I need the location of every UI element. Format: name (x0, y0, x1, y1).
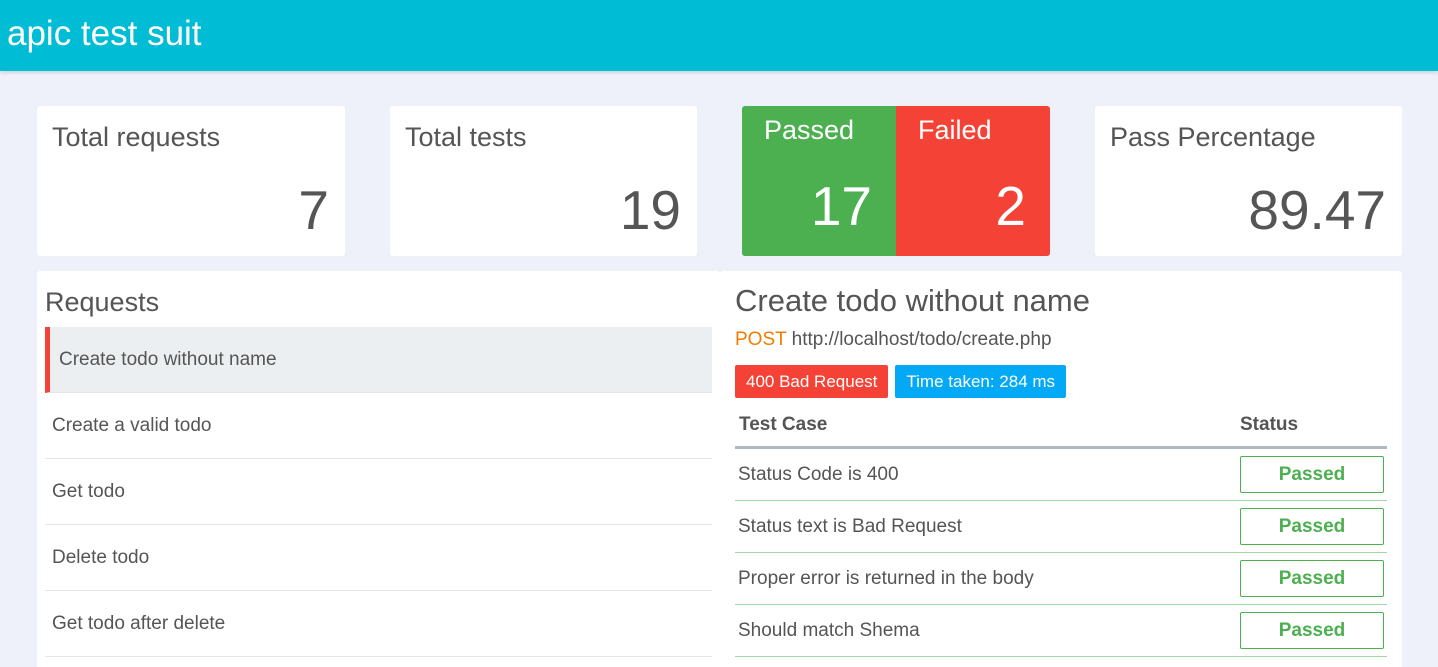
total-requests-label: Total requests (52, 122, 221, 152)
response-badges: 400 Bad Request Time taken: 284 ms (735, 365, 1067, 398)
test-status-badge: Passed (1240, 612, 1384, 649)
test-case-name: Proper error is returned in the body (738, 568, 1034, 589)
test-status-badge: Passed (1240, 508, 1384, 545)
pass-percentage-card: Pass Percentage 89.47 (1095, 106, 1402, 256)
test-case-name: Should match Shema (738, 620, 920, 641)
table-row: Proper error is returned in the body Pas… (735, 553, 1387, 605)
test-case-name: Status Code is 400 (738, 464, 899, 485)
total-tests-value: 19 (619, 179, 681, 241)
failed-block: Failed 2 (896, 106, 1050, 256)
passed-block: Passed 17 (742, 106, 896, 256)
failed-value: 2 (995, 175, 1026, 237)
time-badge: Time taken: 284 ms (895, 365, 1067, 398)
request-item[interactable]: Get todo after delete (45, 591, 712, 657)
request-item[interactable]: Delete todo (45, 525, 712, 591)
request-list: Create todo without name Create a valid … (45, 327, 712, 657)
passed-failed-card: Passed 17 Failed 2 (742, 106, 1050, 256)
app-header: apic test suit (0, 0, 1438, 71)
total-requests-value: 7 (298, 179, 329, 241)
pass-percentage-value: 89.47 (1248, 179, 1386, 241)
passed-value: 17 (810, 175, 872, 237)
request-item[interactable]: Create a valid todo (45, 393, 712, 459)
request-url: http://localhost/todo/create.php (791, 329, 1052, 350)
request-detail-panel: Create todo without name POST http://loc… (720, 271, 1402, 667)
table-header: Test Case Status (735, 405, 1387, 449)
passed-label: Passed (764, 115, 855, 145)
column-header-status: Status (1240, 414, 1299, 435)
test-status-badge: Passed (1240, 560, 1384, 597)
test-case-table: Test Case Status Status Code is 400 Pass… (735, 405, 1387, 657)
request-detail-title: Create todo without name (735, 283, 1090, 318)
failed-label: Failed (918, 115, 992, 145)
column-header-test-case: Test Case (739, 414, 828, 435)
test-case-name: Status text is Bad Request (738, 516, 962, 537)
total-tests-card: Total tests 19 (390, 106, 697, 256)
http-method: POST (735, 329, 787, 350)
test-status-badge: Passed (1240, 456, 1384, 493)
status-badge: 400 Bad Request (735, 365, 889, 398)
total-tests-label: Total tests (405, 122, 527, 152)
request-url-line: POST http://localhost/todo/create.php (735, 329, 1052, 351)
app-title: apic test suit (7, 14, 202, 53)
table-row: Status Code is 400 Passed (735, 449, 1387, 501)
pass-percentage-label: Pass Percentage (1110, 122, 1316, 152)
request-item[interactable]: Get todo (45, 459, 712, 525)
request-item[interactable]: Create todo without name (45, 327, 712, 393)
requests-title: Requests (45, 287, 160, 317)
table-row: Status text is Bad Request Passed (735, 501, 1387, 553)
requests-panel: Requests Create todo without name Create… (37, 271, 720, 667)
total-requests-card: Total requests 7 (37, 106, 345, 256)
table-row: Should match Shema Passed (735, 605, 1387, 657)
